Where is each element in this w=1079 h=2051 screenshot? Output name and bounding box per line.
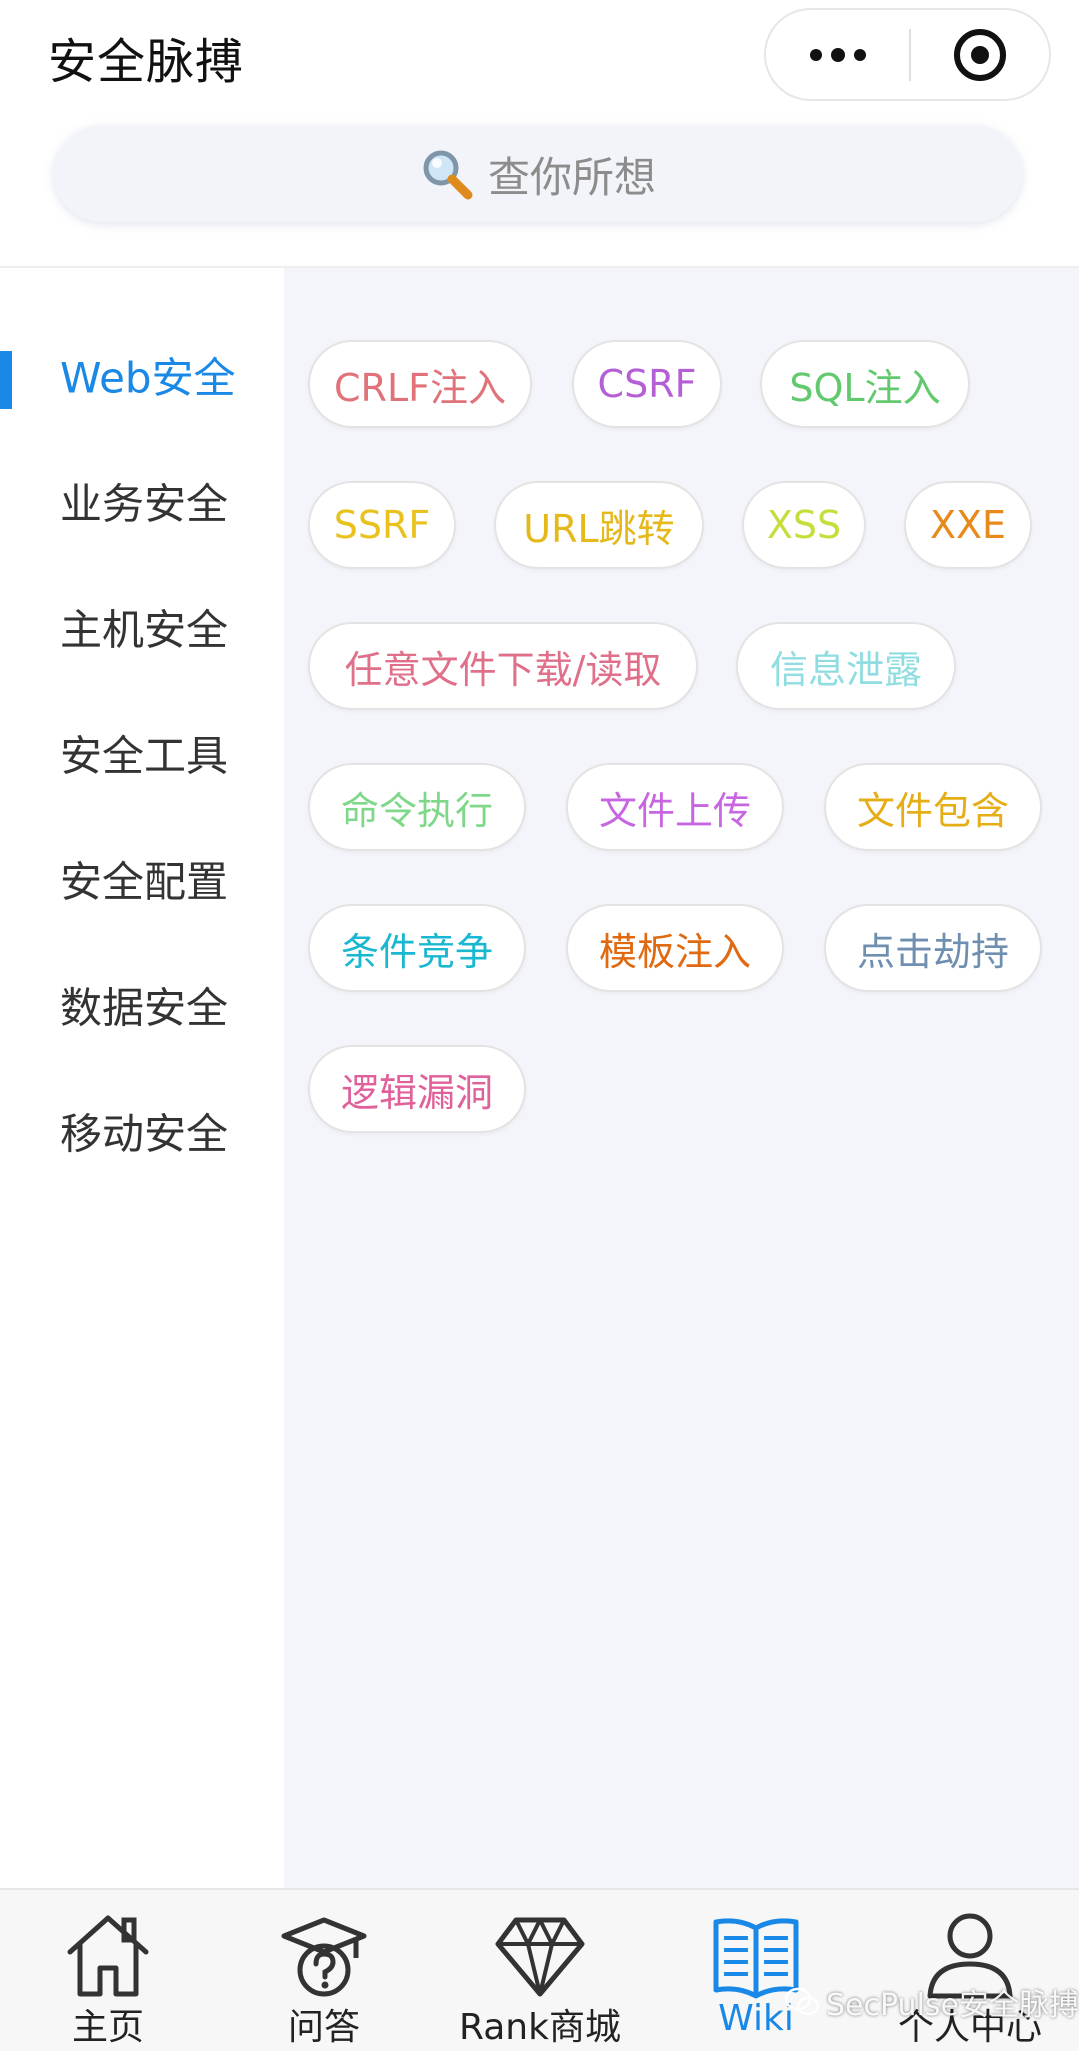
close-miniprogram-button[interactable] bbox=[911, 10, 1049, 99]
header: 安全脉搏 查你所想 bbox=[0, 0, 1079, 265]
sidebar-item-business-security[interactable]: 业务安全 bbox=[0, 451, 284, 551]
tag-info-leak[interactable]: 信息泄露 bbox=[736, 622, 956, 710]
sidebar-item-security-config[interactable]: 安全配置 bbox=[0, 829, 284, 929]
target-circle-icon bbox=[954, 28, 1006, 81]
app-root: 安全脉搏 查你所想 Web安全 业务安全 主机安全 安全工具 安全配置 数据安全… bbox=[0, 0, 1079, 2051]
tab-rank-mall[interactable]: Rank商城 bbox=[440, 1890, 640, 2051]
diamond-icon bbox=[495, 1917, 585, 1997]
tag-url-redirect[interactable]: URL跳转 bbox=[494, 481, 704, 569]
bottom-tab-bar: 主页 问答 Rank商城 Wiki 个人中心 bbox=[0, 1888, 1079, 2051]
tag-arbitrary-file-download[interactable]: 任意文件下载/读取 bbox=[308, 622, 698, 710]
tag-clickjacking[interactable]: 点击劫持 bbox=[824, 904, 1042, 992]
tag-sql-injection[interactable]: SQL注入 bbox=[760, 340, 970, 428]
home-icon bbox=[67, 1915, 149, 1997]
tag-command-execution[interactable]: 命令执行 bbox=[308, 763, 526, 851]
tag-logic-flaw[interactable]: 逻辑漏洞 bbox=[308, 1045, 526, 1133]
sidebar-item-data-security[interactable]: 数据安全 bbox=[0, 955, 284, 1055]
search-bar[interactable]: 查你所想 bbox=[54, 126, 1022, 222]
sidebar-item-label: 安全工具 bbox=[60, 731, 229, 781]
tag-template-injection[interactable]: 模板注入 bbox=[566, 904, 784, 992]
sidebar-item-host-security[interactable]: 主机安全 bbox=[0, 577, 284, 677]
question-cap-icon bbox=[281, 1917, 367, 1997]
search-placeholder: 查你所想 bbox=[487, 152, 656, 202]
tab-label: 主页 bbox=[71, 2007, 144, 2048]
tag-xss[interactable]: XSS bbox=[742, 481, 866, 569]
tab-qa[interactable]: 问答 bbox=[224, 1890, 424, 2051]
tag-file-upload[interactable]: 文件上传 bbox=[566, 763, 784, 851]
sidebar-item-security-tools[interactable]: 安全工具 bbox=[0, 703, 284, 803]
sidebar-item-label: 安全配置 bbox=[60, 857, 229, 907]
tag-ssrf[interactable]: SSRF bbox=[308, 481, 456, 569]
watermark: SecPulse安全脉搏 bbox=[784, 1980, 1079, 2024]
sidebar-item-label: Web安全 bbox=[60, 353, 236, 403]
more-button[interactable] bbox=[766, 10, 909, 99]
tag-file-inclusion[interactable]: 文件包含 bbox=[824, 763, 1042, 851]
more-dots-icon bbox=[809, 47, 866, 62]
sidebar-item-label: 移动安全 bbox=[60, 1109, 229, 1159]
tab-wiki[interactable]: Wiki bbox=[656, 1890, 856, 2051]
sidebar-item-label: 主机安全 bbox=[60, 605, 229, 655]
sidebar-item-label: 业务安全 bbox=[60, 479, 229, 529]
magnifier-icon bbox=[423, 150, 473, 200]
topic-tag-panel: CRLF注入 CSRF SQL注入 SSRF URL跳转 XSS XXE 任意文… bbox=[284, 268, 1079, 1888]
category-sidebar: Web安全 业务安全 主机安全 安全工具 安全配置 数据安全 移动安全 bbox=[0, 268, 284, 1888]
watermark-text: SecPulse安全脉搏 bbox=[826, 1988, 1079, 2023]
tag-xxe[interactable]: XXE bbox=[904, 481, 1032, 569]
tab-label: 问答 bbox=[287, 2007, 360, 2048]
wechat-icon bbox=[784, 1987, 820, 2016]
tag-crlf-injection[interactable]: CRLF注入 bbox=[308, 340, 532, 428]
sidebar-item-web-security[interactable]: Web安全 bbox=[0, 325, 284, 425]
tab-label: Rank商城 bbox=[459, 2007, 621, 2048]
miniprogram-capsule bbox=[764, 8, 1051, 101]
app-title: 安全脉搏 bbox=[48, 34, 245, 90]
sidebar-item-mobile-security[interactable]: 移动安全 bbox=[0, 1081, 284, 1181]
tag-csrf[interactable]: CSRF bbox=[572, 340, 722, 428]
tag-race-condition[interactable]: 条件竞争 bbox=[308, 904, 526, 992]
tab-home[interactable]: 主页 bbox=[8, 1890, 208, 2051]
active-indicator bbox=[0, 351, 12, 409]
sidebar-item-label: 数据安全 bbox=[60, 983, 229, 1033]
tab-profile[interactable]: 个人中心 bbox=[870, 1890, 1070, 2051]
